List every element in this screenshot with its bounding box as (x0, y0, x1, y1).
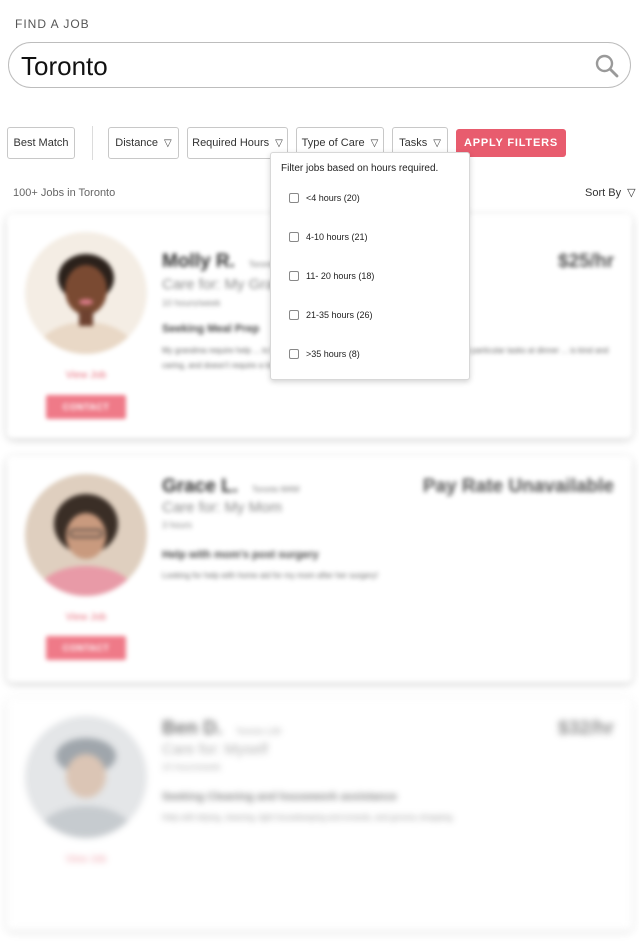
hours-option-label: 11- 20 hours (18) (306, 271, 375, 281)
search-icon[interactable] (594, 53, 620, 79)
best-match-label: Best Match (13, 137, 69, 149)
view-job-link[interactable]: View Job (7, 612, 165, 623)
jobs-count: 100+ Jobs in Toronto (13, 187, 116, 199)
view-job-link[interactable]: View Job (7, 854, 165, 865)
required-hours-label: Required Hours (192, 137, 270, 149)
care-for: Care for: My Gra (162, 276, 274, 293)
type-of-care-label: Type of Care (301, 137, 365, 149)
checkbox[interactable] (289, 193, 299, 203)
hours-option[interactable]: 21-35 hours (26) (289, 310, 373, 320)
hours-option-label: 21-35 hours (26) (306, 310, 373, 320)
checkbox[interactable] (289, 310, 299, 320)
job-hours: 10 hours/week (162, 762, 221, 772)
apply-filters-button[interactable]: APPLY FILTERS (456, 129, 566, 157)
tasks-label: Tasks (399, 137, 428, 149)
caret-down-icon: ▽ (164, 137, 172, 149)
job-hours: 10 hours/week (162, 298, 221, 308)
job-name: Molly R. Toronto (162, 251, 276, 273)
best-match-button[interactable]: Best Match (7, 127, 75, 159)
contact-button[interactable]: CONTACT (46, 636, 126, 660)
hours-option[interactable]: >35 hours (8) (289, 349, 360, 359)
job-headline: Seeking Cleaning and housework assistanc… (162, 791, 397, 803)
job-location: Toronto M4W (252, 485, 300, 494)
checkbox[interactable] (289, 349, 299, 359)
dropdown-title: Filter jobs based on hours required. (281, 163, 439, 174)
filter-divider (92, 126, 93, 160)
pay-rate: $32/hr (558, 718, 614, 739)
job-name-text: Ben D. (162, 718, 223, 739)
search-input[interactable] (21, 49, 581, 83)
job-headline: Seeking Meal Prep (162, 323, 260, 335)
required-hours-dropdown: Filter jobs based on hours required. <4 … (270, 152, 470, 380)
hours-option-label: <4 hours (20) (306, 193, 360, 203)
hours-option-label: 4-10 hours (21) (306, 232, 368, 242)
hours-option-label: >35 hours (8) (306, 349, 360, 359)
checkbox[interactable] (289, 232, 299, 242)
caret-down-icon: ▽ (370, 137, 379, 149)
contact-button[interactable]: CONTACT (46, 395, 126, 419)
search-bar (8, 42, 631, 88)
job-name-text: Grace L. (162, 476, 239, 497)
distance-filter-button[interactable]: Distance ▽ (108, 127, 179, 159)
job-name-text: Molly R. (162, 251, 235, 272)
pay-rate: $25/hr (558, 251, 614, 272)
job-card[interactable]: View Job Ben D. Toronto L1M Care for: Mys… (7, 698, 632, 930)
caret-down-icon: ▽ (275, 137, 283, 149)
avatar (25, 716, 147, 838)
job-card[interactable]: View Job CONTACT Grace L. Toronto M4W Car… (7, 456, 632, 682)
avatar (25, 232, 147, 354)
hours-option[interactable]: <4 hours (20) (289, 193, 360, 203)
job-hours: 3 hours (162, 520, 193, 530)
view-job-link[interactable]: View Job (7, 370, 165, 381)
job-description: Help with tidying, cleaning, light house… (162, 813, 455, 822)
sort-by-control[interactable]: Sort By ▽ (585, 186, 636, 200)
avatar (25, 474, 147, 596)
hours-option[interactable]: 11- 20 hours (18) (289, 271, 374, 281)
care-for: Care for: Myself (162, 741, 268, 758)
job-name: Grace L. Toronto M4W (162, 476, 300, 498)
find-a-job-label: FIND A JOB (15, 17, 90, 31)
job-location: Toronto L1M (236, 727, 281, 736)
sort-by-label: Sort By (585, 186, 622, 199)
pay-rate: Pay Rate Unavailable (422, 476, 614, 497)
job-name: Ben D. Toronto L1M (162, 718, 281, 740)
caret-down-icon: ▽ (433, 137, 441, 149)
job-description: Looking for help with home aid for my mo… (162, 571, 379, 580)
caret-down-icon: ▽ (627, 187, 636, 199)
distance-label: Distance (115, 137, 159, 149)
job-headline: Help with mom's post surgery (162, 549, 319, 561)
checkbox[interactable] (289, 271, 299, 281)
hours-option[interactable]: 4-10 hours (21) (289, 232, 368, 242)
care-for: Care for: My Mom (162, 499, 283, 516)
